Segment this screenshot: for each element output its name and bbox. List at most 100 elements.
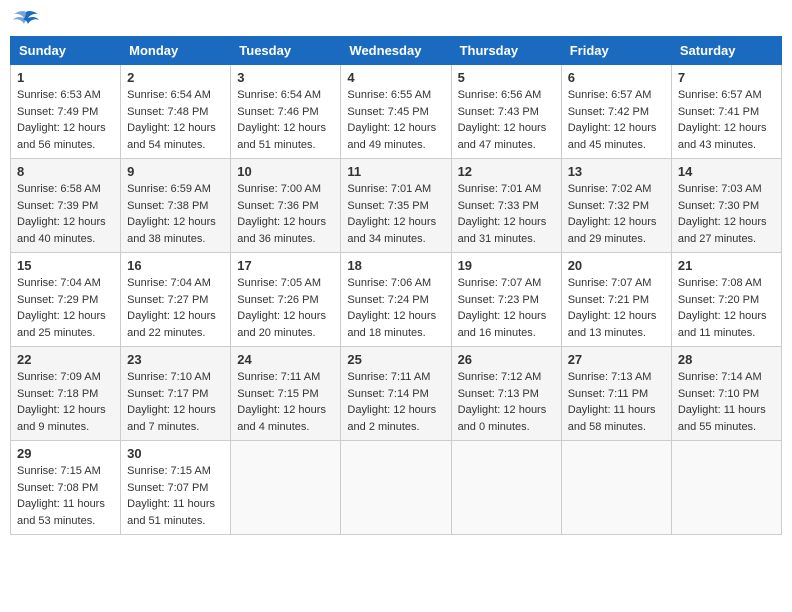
- header: [10, 10, 782, 28]
- sunset-label: Sunset: 7:17 PM: [127, 388, 208, 400]
- daylight-label: Daylight: 12 hours and 34 minutes.: [347, 216, 436, 245]
- calendar-cell: 27 Sunrise: 7:13 AM Sunset: 7:11 PM Dayl…: [561, 347, 671, 441]
- day-number: 15: [17, 258, 114, 273]
- daylight-label: Daylight: 12 hours and 11 minutes.: [678, 310, 767, 339]
- day-number: 21: [678, 258, 775, 273]
- day-number: 13: [568, 164, 665, 179]
- daylight-label: Daylight: 12 hours and 56 minutes.: [17, 122, 106, 151]
- logo: [10, 10, 40, 28]
- day-content: Sunrise: 7:01 AM Sunset: 7:35 PM Dayligh…: [347, 181, 444, 247]
- weekday-header-tuesday: Tuesday: [231, 37, 341, 65]
- sunrise-label: Sunrise: 7:14 AM: [678, 371, 762, 383]
- day-content: Sunrise: 7:13 AM Sunset: 7:11 PM Dayligh…: [568, 369, 665, 435]
- calendar-cell: 23 Sunrise: 7:10 AM Sunset: 7:17 PM Dayl…: [121, 347, 231, 441]
- sunrise-label: Sunrise: 7:07 AM: [458, 277, 542, 289]
- sunrise-label: Sunrise: 6:54 AM: [237, 89, 321, 101]
- day-content: Sunrise: 6:54 AM Sunset: 7:48 PM Dayligh…: [127, 87, 224, 153]
- calendar-cell: 14 Sunrise: 7:03 AM Sunset: 7:30 PM Dayl…: [671, 159, 781, 253]
- daylight-label: Daylight: 11 hours and 58 minutes.: [568, 404, 656, 433]
- day-number: 27: [568, 352, 665, 367]
- daylight-label: Daylight: 12 hours and 51 minutes.: [237, 122, 326, 151]
- sunset-label: Sunset: 7:48 PM: [127, 106, 208, 118]
- sunset-label: Sunset: 7:20 PM: [678, 294, 759, 306]
- weekday-header-row: SundayMondayTuesdayWednesdayThursdayFrid…: [11, 37, 782, 65]
- sunset-label: Sunset: 7:21 PM: [568, 294, 649, 306]
- sunrise-label: Sunrise: 6:55 AM: [347, 89, 431, 101]
- day-content: Sunrise: 7:07 AM Sunset: 7:23 PM Dayligh…: [458, 275, 555, 341]
- day-number: 25: [347, 352, 444, 367]
- sunset-label: Sunset: 7:26 PM: [237, 294, 318, 306]
- sunset-label: Sunset: 7:13 PM: [458, 388, 539, 400]
- day-number: 12: [458, 164, 555, 179]
- sunrise-label: Sunrise: 6:56 AM: [458, 89, 542, 101]
- sunset-label: Sunset: 7:49 PM: [17, 106, 98, 118]
- day-number: 14: [678, 164, 775, 179]
- calendar-cell: 17 Sunrise: 7:05 AM Sunset: 7:26 PM Dayl…: [231, 253, 341, 347]
- calendar-week-row: 8 Sunrise: 6:58 AM Sunset: 7:39 PM Dayli…: [11, 159, 782, 253]
- day-number: 19: [458, 258, 555, 273]
- calendar-cell: 21 Sunrise: 7:08 AM Sunset: 7:20 PM Dayl…: [671, 253, 781, 347]
- calendar-cell: 9 Sunrise: 6:59 AM Sunset: 7:38 PM Dayli…: [121, 159, 231, 253]
- day-number: 8: [17, 164, 114, 179]
- sunset-label: Sunset: 7:46 PM: [237, 106, 318, 118]
- daylight-label: Daylight: 12 hours and 38 minutes.: [127, 216, 216, 245]
- day-number: 5: [458, 70, 555, 85]
- sunrise-label: Sunrise: 7:04 AM: [127, 277, 211, 289]
- calendar-week-row: 29 Sunrise: 7:15 AM Sunset: 7:08 PM Dayl…: [11, 441, 782, 535]
- day-number: 23: [127, 352, 224, 367]
- calendar-cell: 25 Sunrise: 7:11 AM Sunset: 7:14 PM Dayl…: [341, 347, 451, 441]
- day-content: Sunrise: 6:54 AM Sunset: 7:46 PM Dayligh…: [237, 87, 334, 153]
- daylight-label: Daylight: 12 hours and 40 minutes.: [17, 216, 106, 245]
- day-content: Sunrise: 7:04 AM Sunset: 7:27 PM Dayligh…: [127, 275, 224, 341]
- weekday-header-monday: Monday: [121, 37, 231, 65]
- day-content: Sunrise: 7:15 AM Sunset: 7:07 PM Dayligh…: [127, 463, 224, 529]
- daylight-label: Daylight: 12 hours and 2 minutes.: [347, 404, 436, 433]
- sunrise-label: Sunrise: 7:15 AM: [17, 465, 101, 477]
- calendar-cell: [341, 441, 451, 535]
- sunset-label: Sunset: 7:39 PM: [17, 200, 98, 212]
- day-number: 18: [347, 258, 444, 273]
- daylight-label: Daylight: 12 hours and 25 minutes.: [17, 310, 106, 339]
- weekday-header-friday: Friday: [561, 37, 671, 65]
- day-number: 6: [568, 70, 665, 85]
- day-number: 30: [127, 446, 224, 461]
- day-number: 3: [237, 70, 334, 85]
- daylight-label: Daylight: 12 hours and 31 minutes.: [458, 216, 547, 245]
- day-content: Sunrise: 6:58 AM Sunset: 7:39 PM Dayligh…: [17, 181, 114, 247]
- sunrise-label: Sunrise: 6:59 AM: [127, 183, 211, 195]
- daylight-label: Daylight: 12 hours and 22 minutes.: [127, 310, 216, 339]
- calendar-cell: 15 Sunrise: 7:04 AM Sunset: 7:29 PM Dayl…: [11, 253, 121, 347]
- day-number: 20: [568, 258, 665, 273]
- calendar-cell: 10 Sunrise: 7:00 AM Sunset: 7:36 PM Dayl…: [231, 159, 341, 253]
- day-content: Sunrise: 7:03 AM Sunset: 7:30 PM Dayligh…: [678, 181, 775, 247]
- day-content: Sunrise: 7:11 AM Sunset: 7:14 PM Dayligh…: [347, 369, 444, 435]
- day-content: Sunrise: 7:02 AM Sunset: 7:32 PM Dayligh…: [568, 181, 665, 247]
- sunset-label: Sunset: 7:10 PM: [678, 388, 759, 400]
- sunset-label: Sunset: 7:43 PM: [458, 106, 539, 118]
- calendar-week-row: 1 Sunrise: 6:53 AM Sunset: 7:49 PM Dayli…: [11, 65, 782, 159]
- sunset-label: Sunset: 7:30 PM: [678, 200, 759, 212]
- sunrise-label: Sunrise: 7:13 AM: [568, 371, 652, 383]
- calendar-cell: 19 Sunrise: 7:07 AM Sunset: 7:23 PM Dayl…: [451, 253, 561, 347]
- day-number: 4: [347, 70, 444, 85]
- sunrise-label: Sunrise: 7:10 AM: [127, 371, 211, 383]
- day-content: Sunrise: 7:11 AM Sunset: 7:15 PM Dayligh…: [237, 369, 334, 435]
- day-content: Sunrise: 7:14 AM Sunset: 7:10 PM Dayligh…: [678, 369, 775, 435]
- calendar-cell: 29 Sunrise: 7:15 AM Sunset: 7:08 PM Dayl…: [11, 441, 121, 535]
- calendar-cell: 26 Sunrise: 7:12 AM Sunset: 7:13 PM Dayl…: [451, 347, 561, 441]
- day-number: 9: [127, 164, 224, 179]
- daylight-label: Daylight: 11 hours and 51 minutes.: [127, 498, 215, 527]
- sunrise-label: Sunrise: 6:58 AM: [17, 183, 101, 195]
- day-number: 11: [347, 164, 444, 179]
- weekday-header-thursday: Thursday: [451, 37, 561, 65]
- calendar-cell: 3 Sunrise: 6:54 AM Sunset: 7:46 PM Dayli…: [231, 65, 341, 159]
- sunset-label: Sunset: 7:24 PM: [347, 294, 428, 306]
- day-number: 10: [237, 164, 334, 179]
- calendar-cell: 28 Sunrise: 7:14 AM Sunset: 7:10 PM Dayl…: [671, 347, 781, 441]
- day-number: 17: [237, 258, 334, 273]
- calendar-cell: 12 Sunrise: 7:01 AM Sunset: 7:33 PM Dayl…: [451, 159, 561, 253]
- day-number: 29: [17, 446, 114, 461]
- sunrise-label: Sunrise: 7:11 AM: [237, 371, 320, 383]
- day-number: 1: [17, 70, 114, 85]
- day-content: Sunrise: 6:55 AM Sunset: 7:45 PM Dayligh…: [347, 87, 444, 153]
